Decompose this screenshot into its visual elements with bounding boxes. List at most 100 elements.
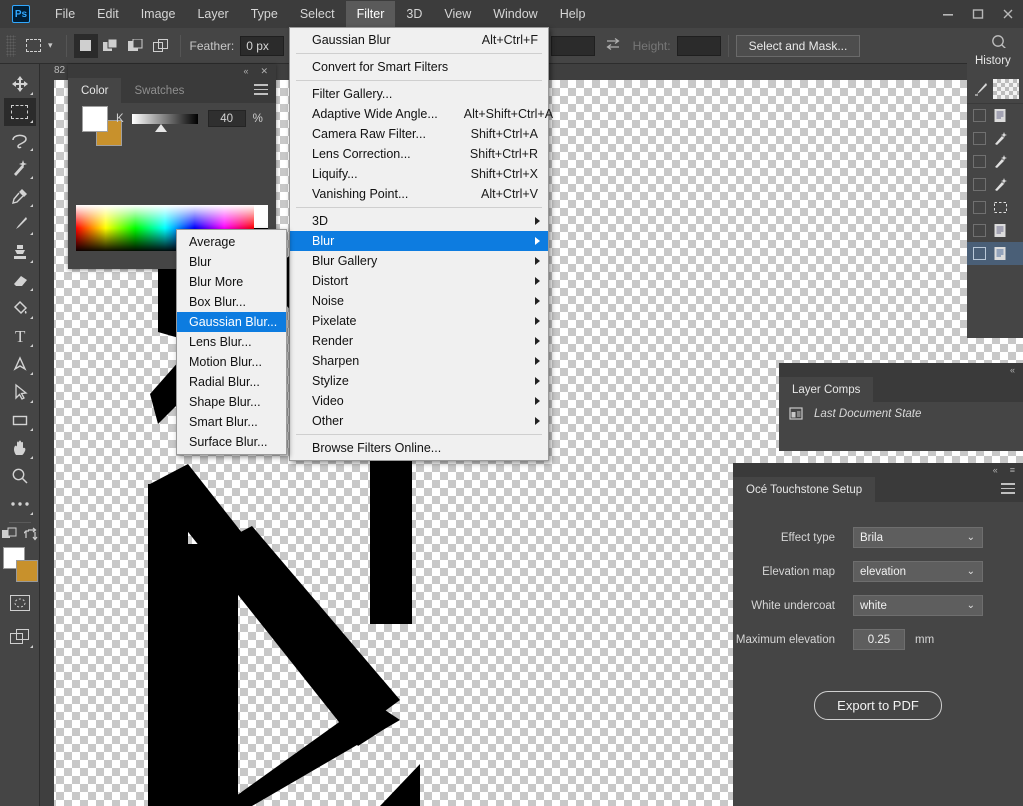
- submenu-item-blur-more[interactable]: Blur More: [177, 272, 286, 292]
- screen-mode-icon[interactable]: [4, 623, 36, 651]
- menu-item-distort[interactable]: Distort: [290, 271, 548, 291]
- touchstone-tabs[interactable]: Océ Touchstone Setup: [733, 477, 1023, 502]
- menu-item-3d[interactable]: 3D: [290, 211, 548, 231]
- selection-mode-group[interactable]: [73, 33, 173, 58]
- swap-arrows-icon[interactable]: [605, 37, 621, 54]
- tools-panel[interactable]: T: [0, 64, 40, 806]
- history-state-row[interactable]: [967, 150, 1023, 173]
- quick-mask-icon[interactable]: [4, 589, 36, 617]
- k-value-input[interactable]: 40: [207, 110, 246, 127]
- background-color-swatch[interactable]: [15, 560, 38, 582]
- menu-item-lens-correction[interactable]: Lens Correction... Shift+Ctrl+R: [290, 144, 548, 164]
- subtract-from-selection-icon[interactable]: [124, 34, 148, 58]
- menu-item-noise[interactable]: Noise: [290, 291, 548, 311]
- history-state-row[interactable]: [967, 173, 1023, 196]
- menu-item-render[interactable]: Render: [290, 331, 548, 351]
- menu-image[interactable]: Image: [130, 1, 187, 27]
- elevation-map-select[interactable]: elevation ⌄: [853, 561, 983, 582]
- submenu-item-smart-blur[interactable]: Smart Blur...: [177, 412, 286, 432]
- k-slider-thumb[interactable]: [154, 123, 167, 132]
- k-slider-track[interactable]: [131, 113, 198, 132]
- menu-3d[interactable]: 3D: [395, 1, 433, 27]
- menu-item-camera-raw-filter[interactable]: Camera Raw Filter... Shift+Ctrl+A: [290, 124, 548, 144]
- menu-item-adaptive-wide-angle[interactable]: Adaptive Wide Angle... Alt+Shift+Ctrl+A: [290, 104, 553, 124]
- submenu-item-average[interactable]: Average: [177, 232, 286, 252]
- hand-tool[interactable]: [4, 434, 36, 462]
- more-tools-icon[interactable]: [4, 490, 36, 518]
- select-and-mask-button[interactable]: Select and Mask...: [735, 34, 861, 57]
- history-snapshot-checkbox[interactable]: [973, 224, 986, 237]
- type-tool[interactable]: T: [4, 322, 36, 350]
- default-colors-row[interactable]: [1, 527, 38, 541]
- path-selection-tool[interactable]: [4, 378, 36, 406]
- history-snapshot-checkbox[interactable]: [973, 155, 986, 168]
- white-undercoat-select[interactable]: white ⌄: [853, 595, 983, 616]
- layer-comps-row[interactable]: Last Document State: [779, 402, 1023, 426]
- submenu-item-gaussian-blur[interactable]: Gaussian Blur...: [177, 312, 286, 332]
- submenu-item-radial-blur[interactable]: Radial Blur...: [177, 372, 286, 392]
- maximize-icon[interactable]: [963, 0, 993, 28]
- menu-item-other[interactable]: Other: [290, 411, 548, 431]
- menu-item-stylize[interactable]: Stylize: [290, 371, 548, 391]
- menu-filter[interactable]: Filter: [345, 1, 396, 27]
- rectangle-tool[interactable]: [4, 406, 36, 434]
- menu-item-blur-gallery[interactable]: Blur Gallery: [290, 251, 548, 271]
- submenu-item-blur[interactable]: Blur: [177, 252, 286, 272]
- effect-type-select[interactable]: Brila ⌄: [853, 527, 983, 548]
- menu-type[interactable]: Type: [240, 1, 289, 27]
- history-snapshot-checkbox[interactable]: [973, 178, 986, 191]
- filter-menu[interactable]: Gaussian Blur Alt+Ctrl+F Convert for Sma…: [289, 27, 553, 461]
- zoom-tool[interactable]: [4, 462, 36, 490]
- menu-layer[interactable]: Layer: [186, 1, 239, 27]
- menu-item-video[interactable]: Video: [290, 391, 548, 411]
- menu-window[interactable]: Window: [482, 1, 548, 27]
- history-state-row-selected[interactable]: [967, 242, 1023, 265]
- menu-item-pixelate[interactable]: Pixelate: [290, 311, 548, 331]
- collapse-icon[interactable]: «: [1010, 365, 1015, 375]
- panel-menu-icon[interactable]: [254, 84, 268, 98]
- panel-options-icon[interactable]: ≡: [1010, 465, 1015, 475]
- tab-layer-comps[interactable]: Layer Comps: [779, 377, 874, 402]
- brush-tool[interactable]: [4, 210, 36, 238]
- history-snapshot-checkbox[interactable]: [973, 247, 986, 260]
- color-panel-collapse-bar[interactable]: « ✕: [68, 64, 276, 78]
- close-icon[interactable]: ✕: [260, 66, 268, 77]
- menu-help[interactable]: Help: [549, 1, 597, 27]
- eraser-tool[interactable]: [4, 266, 36, 294]
- collapse-icon[interactable]: «: [993, 465, 998, 475]
- history-state-row[interactable]: [967, 127, 1023, 150]
- eyedropper-tool[interactable]: [4, 182, 36, 210]
- chevron-down-icon[interactable]: ▾: [48, 40, 53, 51]
- submenu-item-motion-blur[interactable]: Motion Blur...: [177, 352, 286, 372]
- menu-select[interactable]: Select: [289, 1, 346, 27]
- collapse-icon[interactable]: «: [243, 66, 248, 76]
- blur-submenu[interactable]: Average Blur Blur More Box Blur... Gauss…: [176, 229, 287, 455]
- close-icon[interactable]: [993, 0, 1023, 28]
- history-snapshot-checkbox[interactable]: [973, 201, 986, 214]
- history-state-row[interactable]: [967, 104, 1023, 127]
- quick-selection-tool[interactable]: [4, 154, 36, 182]
- tab-swatches[interactable]: Swatches: [121, 78, 198, 103]
- menu-item-blur[interactable]: Blur: [290, 231, 548, 251]
- menu-item-sharpen[interactable]: Sharpen: [290, 351, 548, 371]
- panel-menu-icon[interactable]: [1001, 483, 1015, 497]
- height-input[interactable]: [676, 35, 721, 56]
- rectangular-marquee-tool[interactable]: [3, 98, 36, 126]
- move-tool[interactable]: [4, 70, 36, 98]
- menu-item-browse-filters-online[interactable]: Browse Filters Online...: [290, 438, 548, 458]
- foreground-color-swatch[interactable]: [82, 106, 108, 132]
- menu-item-liquify[interactable]: Liquify... Shift+Ctrl+X: [290, 164, 548, 184]
- layer-comps-collapse-bar[interactable]: «: [779, 363, 1023, 377]
- window-controls[interactable]: [933, 0, 1023, 28]
- export-to-pdf-button[interactable]: Export to PDF: [814, 691, 942, 720]
- menu-item-filter-gallery[interactable]: Filter Gallery...: [290, 84, 548, 104]
- feather-input[interactable]: 0 px: [240, 35, 285, 56]
- intersect-with-selection-icon[interactable]: [149, 34, 173, 58]
- submenu-item-box-blur[interactable]: Box Blur...: [177, 292, 286, 312]
- touchstone-collapse-bar[interactable]: « ≡: [733, 463, 1023, 477]
- menu-file[interactable]: File: [44, 1, 86, 27]
- layer-comps-tabs[interactable]: Layer Comps: [779, 377, 1023, 402]
- history-state-row[interactable]: [967, 196, 1023, 219]
- menu-item-gaussian-blur-repeat[interactable]: Gaussian Blur Alt+Ctrl+F: [290, 30, 548, 50]
- rectangular-marquee-icon[interactable]: [20, 34, 46, 58]
